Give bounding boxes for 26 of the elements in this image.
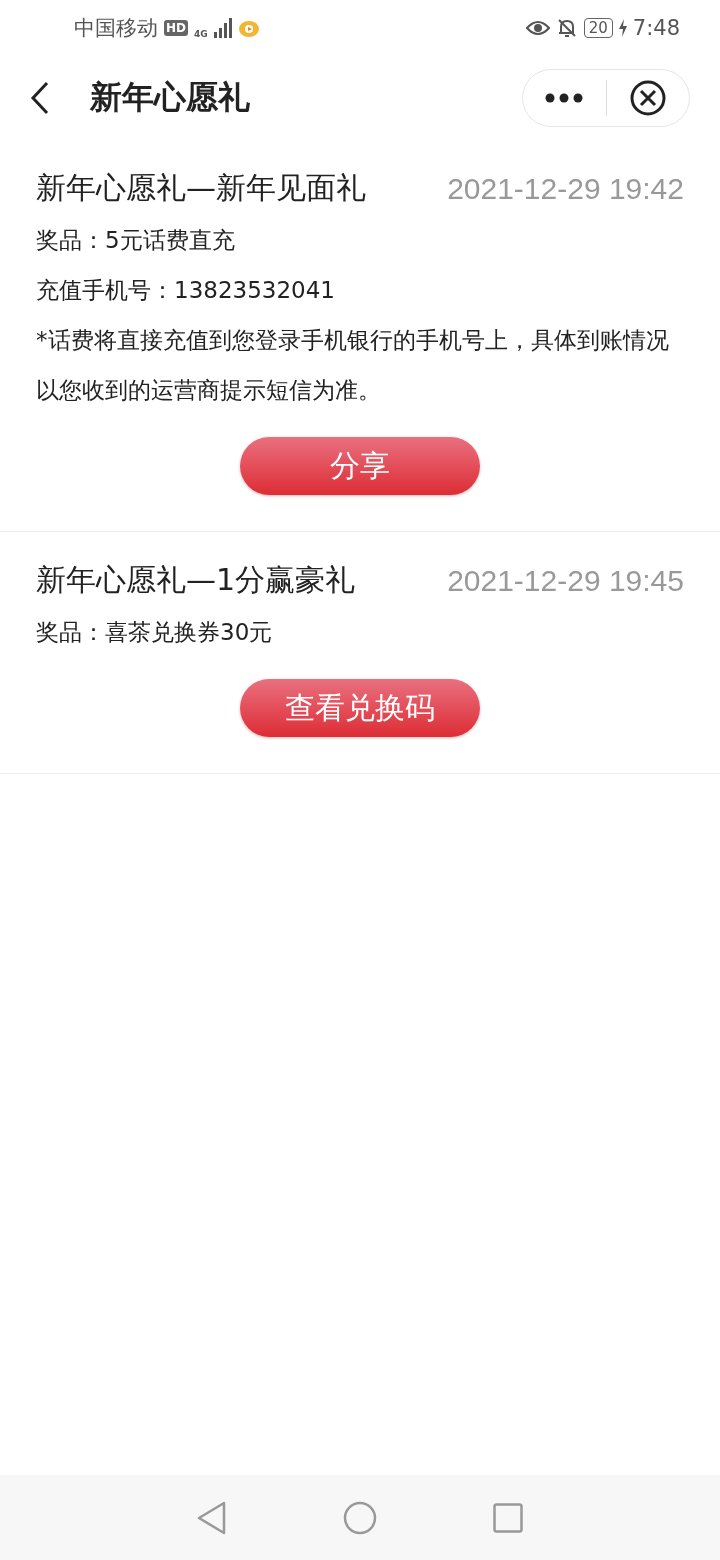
gift-action-button[interactable]: 查看兑换码: [240, 679, 480, 737]
close-icon[interactable]: [629, 80, 666, 116]
gift-time: 2021-12-29 19:42: [447, 171, 684, 206]
gift-detail: 奖品：5元话费直充: [36, 226, 236, 255]
gift-title: 新年心愿礼—新年见面礼: [36, 169, 366, 207]
signal-icon: [213, 18, 232, 38]
battery-icon: 20: [583, 18, 613, 38]
gift-time: 2021-12-29 19:45: [447, 563, 684, 598]
hd-badge: HD: [164, 20, 188, 36]
gift-detail: 奖品：喜茶兑换券30元: [36, 618, 274, 647]
gift-action-button[interactable]: 分享: [240, 437, 480, 495]
home-icon[interactable]: [343, 1500, 377, 1535]
network-type: 4G: [194, 30, 208, 39]
gift-title: 新年心愿礼—1分赢豪礼: [36, 561, 356, 599]
recents-icon[interactable]: [493, 1502, 523, 1533]
eye-icon: [525, 19, 550, 37]
charging-icon: [618, 19, 627, 37]
more-icon[interactable]: [545, 93, 584, 103]
app-icon: [237, 18, 260, 38]
back-icon[interactable]: [30, 81, 50, 115]
carrier-name: 中国移动: [74, 15, 158, 42]
bell-off-icon: [555, 17, 578, 39]
gift-detail: *话费将直接充值到您登录手机银行的手机号上，具体到账情况以您收到的运营商提示短信为准。: [36, 326, 670, 405]
page-title: 新年心愿礼: [90, 77, 251, 118]
gift-detail: 充值手机号：13823532041: [36, 276, 336, 305]
clock-time: 7:48: [632, 16, 680, 40]
